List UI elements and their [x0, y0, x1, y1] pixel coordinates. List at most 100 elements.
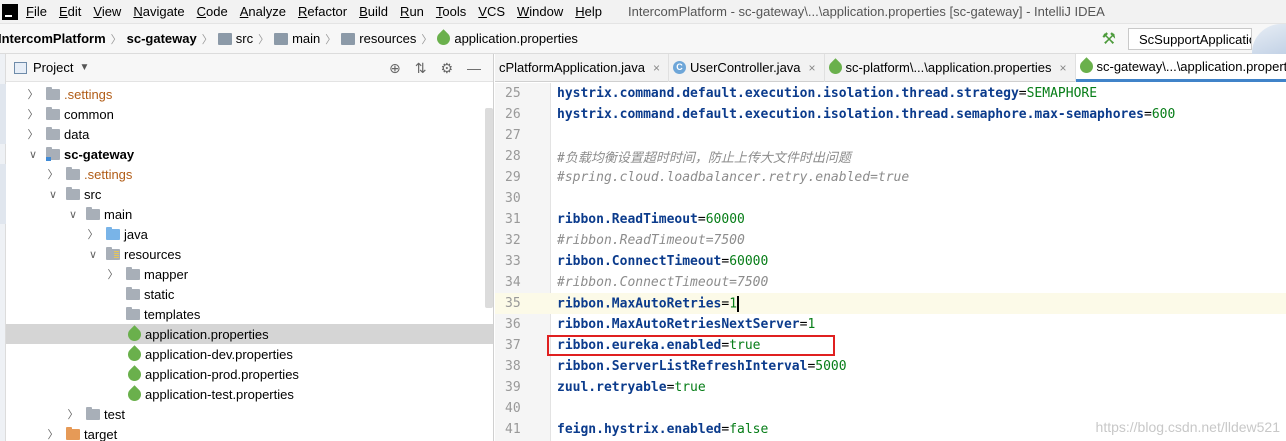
code-line[interactable]: 34 #ribbon.ConnectTimeout=7500 — [495, 272, 1286, 293]
menu-analyze[interactable]: Analyze — [234, 0, 292, 24]
hide-panel-icon[interactable]: — — [467, 60, 481, 76]
tab-2[interactable]: sc-platform\...\application.properties × — [825, 54, 1076, 82]
property-key: hystrix.command.default.execution.isolat… — [557, 86, 1019, 101]
menu-tools[interactable]: Tools — [430, 0, 472, 24]
chevron-down-icon[interactable]: ∨ — [66, 208, 80, 221]
breadcrumb-item[interactable]: resources — [341, 24, 416, 54]
code-area[interactable]: 25 hystrix.command.default.execution.isol… — [495, 83, 1286, 440]
breadcrumb-item[interactable]: main — [274, 24, 320, 54]
code-comment: #负载均衡设置超时时间，防止上传大文件时出问题 — [557, 151, 851, 166]
tree-item-test[interactable]: 〉 test — [6, 404, 493, 424]
chevron-right-icon[interactable]: 〉 — [106, 266, 120, 282]
close-icon[interactable]: × — [653, 61, 660, 75]
breadcrumb-label: sc-gateway — [126, 31, 197, 46]
tree-item-src[interactable]: ∨ src — [6, 184, 493, 204]
chevron-down-icon[interactable]: ∨ — [86, 248, 100, 261]
tree-item-application-prod-properties[interactable]: 〉application-prod.properties — [6, 364, 493, 384]
code-line[interactable]: 35 ribbon.MaxAutoRetries=1 — [495, 293, 1286, 314]
menu-edit[interactable]: Edit — [53, 0, 87, 24]
folder-icon — [274, 32, 289, 45]
breadcrumb-separator-icon: 〉 — [110, 33, 122, 46]
code-text: ribbon.MaxAutoRetriesNextServer=1 — [551, 317, 815, 332]
menu-refactor[interactable]: Refactor — [292, 0, 353, 24]
code-line[interactable]: 36 ribbon.MaxAutoRetriesNextServer=1 — [495, 314, 1286, 335]
chevron-down-icon[interactable]: ∨ — [26, 148, 40, 161]
locate-target-icon[interactable]: ⊕ — [389, 60, 401, 77]
code-line[interactable]: 38 ribbon.ServerListRefreshInterval=5000 — [495, 356, 1286, 377]
tree-item-application-dev-properties[interactable]: 〉application-dev.properties — [6, 344, 493, 364]
tree-item-main[interactable]: ∨ main — [6, 204, 493, 224]
close-icon[interactable]: × — [809, 61, 816, 75]
tree-item-templates[interactable]: 〉templates — [6, 304, 493, 324]
property-value: 60000 — [705, 212, 745, 227]
settings-gear-icon[interactable]: ⚙ — [440, 60, 453, 77]
code-line[interactable]: 40 — [495, 398, 1286, 419]
menu-window[interactable]: Window — [511, 0, 569, 24]
code-line[interactable]: 33 ribbon.ConnectTimeout=60000 — [495, 251, 1286, 272]
code-line[interactable]: 39 zuul.retryable=true — [495, 377, 1286, 398]
run-config-label: ScSupportApplication — [1139, 31, 1252, 47]
editor-tabs: cPlatformApplication.java × C UserControlle… — [495, 54, 1286, 82]
menu-build[interactable]: Build — [353, 0, 394, 24]
tab-3[interactable]: sc-gateway\...\application.properties — [1075, 54, 1286, 82]
line-number: 41 — [505, 422, 521, 437]
breadcrumb-item[interactable]: application.properties — [434, 24, 578, 54]
tree-item-target[interactable]: 〉 target — [6, 424, 493, 441]
code-text: ribbon.ReadTimeout=60000 — [551, 212, 745, 227]
tree-item--settings[interactable]: 〉 .settings — [6, 84, 493, 104]
code-comment: #ribbon.ConnectTimeout=7500 — [557, 275, 769, 290]
collapse-all-icon[interactable]: ⇅ — [415, 60, 427, 77]
tree-item-resources[interactable]: ∨ resources — [6, 244, 493, 264]
code-line[interactable]: 32 #ribbon.ReadTimeout=7500 — [495, 230, 1286, 251]
code-line[interactable]: 28 #负载均衡设置超时时间，防止上传大文件时出问题 — [495, 146, 1286, 167]
tree-item-mapper[interactable]: 〉 mapper — [6, 264, 493, 284]
tree-item-application-properties[interactable]: 〉application.properties — [6, 324, 493, 344]
tree-item-application-test-properties[interactable]: 〉application-test.properties — [6, 384, 493, 404]
menu-navigate[interactable]: Navigate — [127, 0, 190, 24]
code-line[interactable]: 29 #spring.cloud.loadbalancer.retry.enabl… — [495, 167, 1286, 188]
build-hammer-icon[interactable]: ⚒ — [1102, 29, 1116, 49]
tree-item-common[interactable]: 〉 common — [6, 104, 493, 124]
run-config-dropdown[interactable]: ScSupportApplication — [1128, 28, 1252, 50]
breadcrumb-item[interactable]: src — [217, 24, 253, 54]
tab-1[interactable]: C UserController.java × — [669, 54, 825, 82]
menu-file[interactable]: File — [20, 0, 53, 24]
folder-icon — [341, 32, 356, 45]
code-line[interactable]: 31 ribbon.ReadTimeout=60000 — [495, 209, 1286, 230]
code-line[interactable]: 30 — [495, 188, 1286, 209]
chevron-right-icon[interactable]: 〉 — [26, 126, 40, 142]
chevron-right-icon[interactable]: 〉 — [26, 86, 40, 102]
chevron-right-icon[interactable]: 〉 — [66, 406, 80, 422]
breadcrumb-item[interactable]: IntercomPlatform — [0, 24, 106, 54]
spring-properties-icon — [125, 344, 144, 364]
chevron-right-icon[interactable]: 〉 — [46, 166, 60, 182]
menu-help[interactable]: Help — [569, 0, 608, 24]
close-icon[interactable]: × — [1059, 61, 1066, 75]
menu-run[interactable]: Run — [394, 0, 430, 24]
project-scrollbar[interactable] — [485, 108, 493, 308]
tree-item--settings[interactable]: 〉 .settings — [6, 164, 493, 184]
chevron-down-icon[interactable]: ▼ — [79, 62, 89, 73]
tree-item-static[interactable]: 〉static — [6, 284, 493, 304]
code-line[interactable]: 25 hystrix.command.default.execution.isol… — [495, 83, 1286, 104]
menu-code[interactable]: Code — [191, 0, 234, 24]
project-panel-title[interactable]: Project — [33, 60, 73, 75]
code-comment: #spring.cloud.loadbalancer.retry.enabled… — [557, 170, 910, 185]
chevron-right-icon[interactable]: 〉 — [26, 106, 40, 122]
tree-item-sc-gateway[interactable]: ∨ sc-gateway — [6, 144, 493, 164]
menu-vcs[interactable]: VCS — [472, 0, 511, 24]
menu-view[interactable]: View — [87, 0, 127, 24]
code-line[interactable]: 27 — [495, 125, 1286, 146]
chevron-down-icon[interactable]: ∨ — [46, 188, 60, 201]
code-line[interactable]: 37 ribbon.eureka.enabled=true — [495, 335, 1286, 356]
tree-item-data[interactable]: 〉 data — [6, 124, 493, 144]
chevron-right-icon[interactable]: 〉 — [46, 426, 60, 441]
tree-item-label: common — [64, 106, 114, 122]
code-line[interactable]: 26 hystrix.command.default.execution.isol… — [495, 104, 1286, 125]
tree-item-java[interactable]: 〉 java — [6, 224, 493, 244]
red-highlight-box — [547, 335, 835, 356]
chevron-right-icon[interactable]: 〉 — [86, 226, 100, 242]
breadcrumb-item[interactable]: sc-gateway — [127, 24, 197, 54]
tab-0[interactable]: cPlatformApplication.java × — [495, 54, 669, 82]
property-value: false — [729, 422, 769, 437]
